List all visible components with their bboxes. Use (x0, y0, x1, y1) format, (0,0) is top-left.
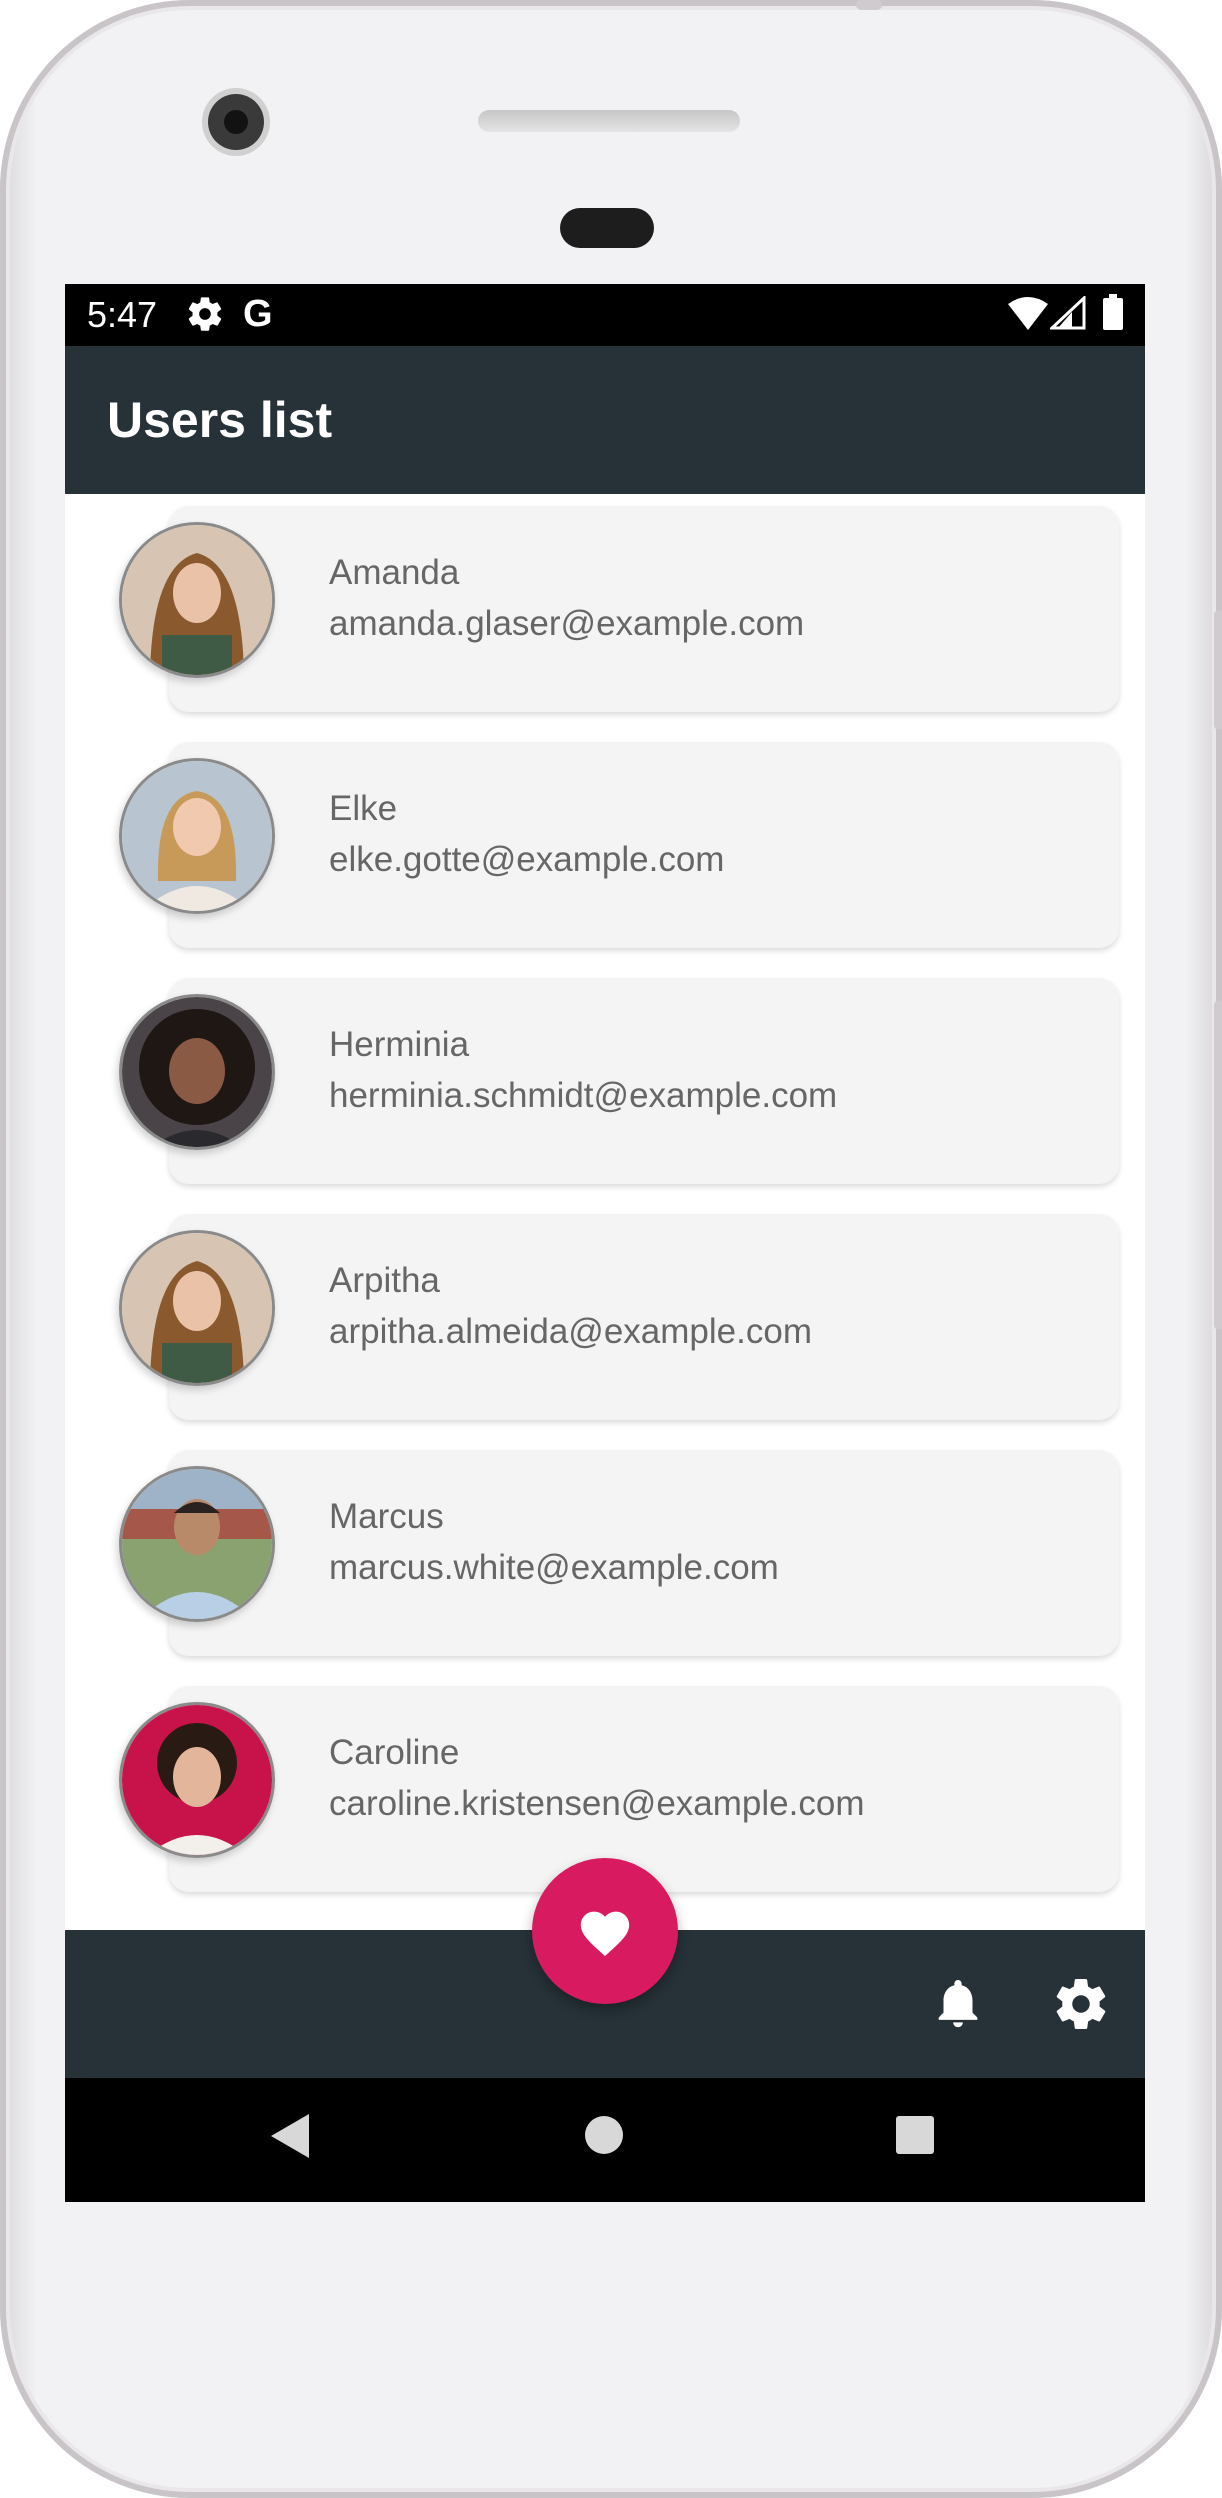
users-list: Amanda amanda.glaser@example.com Elke el… (65, 494, 1145, 1930)
user-email: caroline.kristensen@example.com (329, 1784, 865, 1823)
app-bar: Users list (65, 346, 1145, 494)
volume-button (1214, 610, 1222, 730)
avatar (119, 522, 275, 678)
signal-icon (1050, 296, 1086, 330)
user-email: herminia.schmidt@example.com (329, 1076, 838, 1115)
avatar-image (122, 997, 272, 1147)
avatar (119, 1466, 275, 1622)
user-email: elke.gotte@example.com (329, 840, 725, 879)
heart-icon (580, 1911, 630, 1957)
avatar-image (122, 1705, 272, 1855)
status-bar: 5:47 G (65, 284, 1145, 346)
avatar-image (122, 761, 272, 911)
home-circle-icon[interactable] (585, 2116, 623, 2154)
user-name: Elke (329, 789, 398, 828)
google-g-icon: G (243, 293, 273, 335)
avatar (119, 994, 275, 1150)
avatar (119, 758, 275, 914)
front-camera (208, 94, 264, 150)
user-name: Caroline (329, 1733, 460, 1772)
avatar-image (122, 1233, 272, 1383)
status-time: 5:47 (87, 294, 158, 335)
list-item[interactable]: Elke elke.gotte@example.com (65, 730, 1145, 950)
user-name: Herminia (329, 1025, 470, 1064)
screen: 5:47 G Users list Amanda amanda.glaser@e… (65, 284, 1145, 2202)
wifi-icon (1008, 297, 1048, 330)
gear-icon (188, 297, 222, 331)
user-name: Marcus (329, 1497, 444, 1536)
user-email: arpitha.almeida@example.com (329, 1312, 812, 1351)
avatar-image (122, 525, 272, 675)
back-triangle-icon[interactable] (271, 2114, 311, 2158)
settings-gear-icon[interactable] (1051, 1974, 1111, 2034)
list-item[interactable]: Herminia herminia.schmidt@example.com (65, 966, 1145, 1186)
avatar (119, 1702, 275, 1858)
list-item[interactable]: Marcus marcus.white@example.com (65, 1438, 1145, 1658)
top-button (856, 0, 882, 10)
earpiece-speaker (478, 110, 740, 132)
user-email: amanda.glaser@example.com (329, 604, 805, 643)
bell-icon[interactable] (929, 1974, 987, 2032)
recents-square-icon[interactable] (896, 2116, 934, 2154)
proximity-sensor (560, 208, 654, 248)
list-item[interactable]: Amanda amanda.glaser@example.com (65, 494, 1145, 714)
avatar-image (122, 1469, 272, 1619)
system-nav-bar (65, 2078, 1145, 2202)
avatar (119, 1230, 275, 1386)
page-title: Users list (107, 392, 333, 448)
user-name: Amanda (329, 553, 460, 592)
favorite-fab-button[interactable] (532, 1858, 678, 2004)
list-item[interactable]: Arpitha arpitha.almeida@example.com (65, 1202, 1145, 1422)
power-button (1214, 1000, 1222, 1330)
user-name: Arpitha (329, 1261, 440, 1300)
user-email: marcus.white@example.com (329, 1548, 779, 1587)
battery-icon (1103, 294, 1123, 330)
